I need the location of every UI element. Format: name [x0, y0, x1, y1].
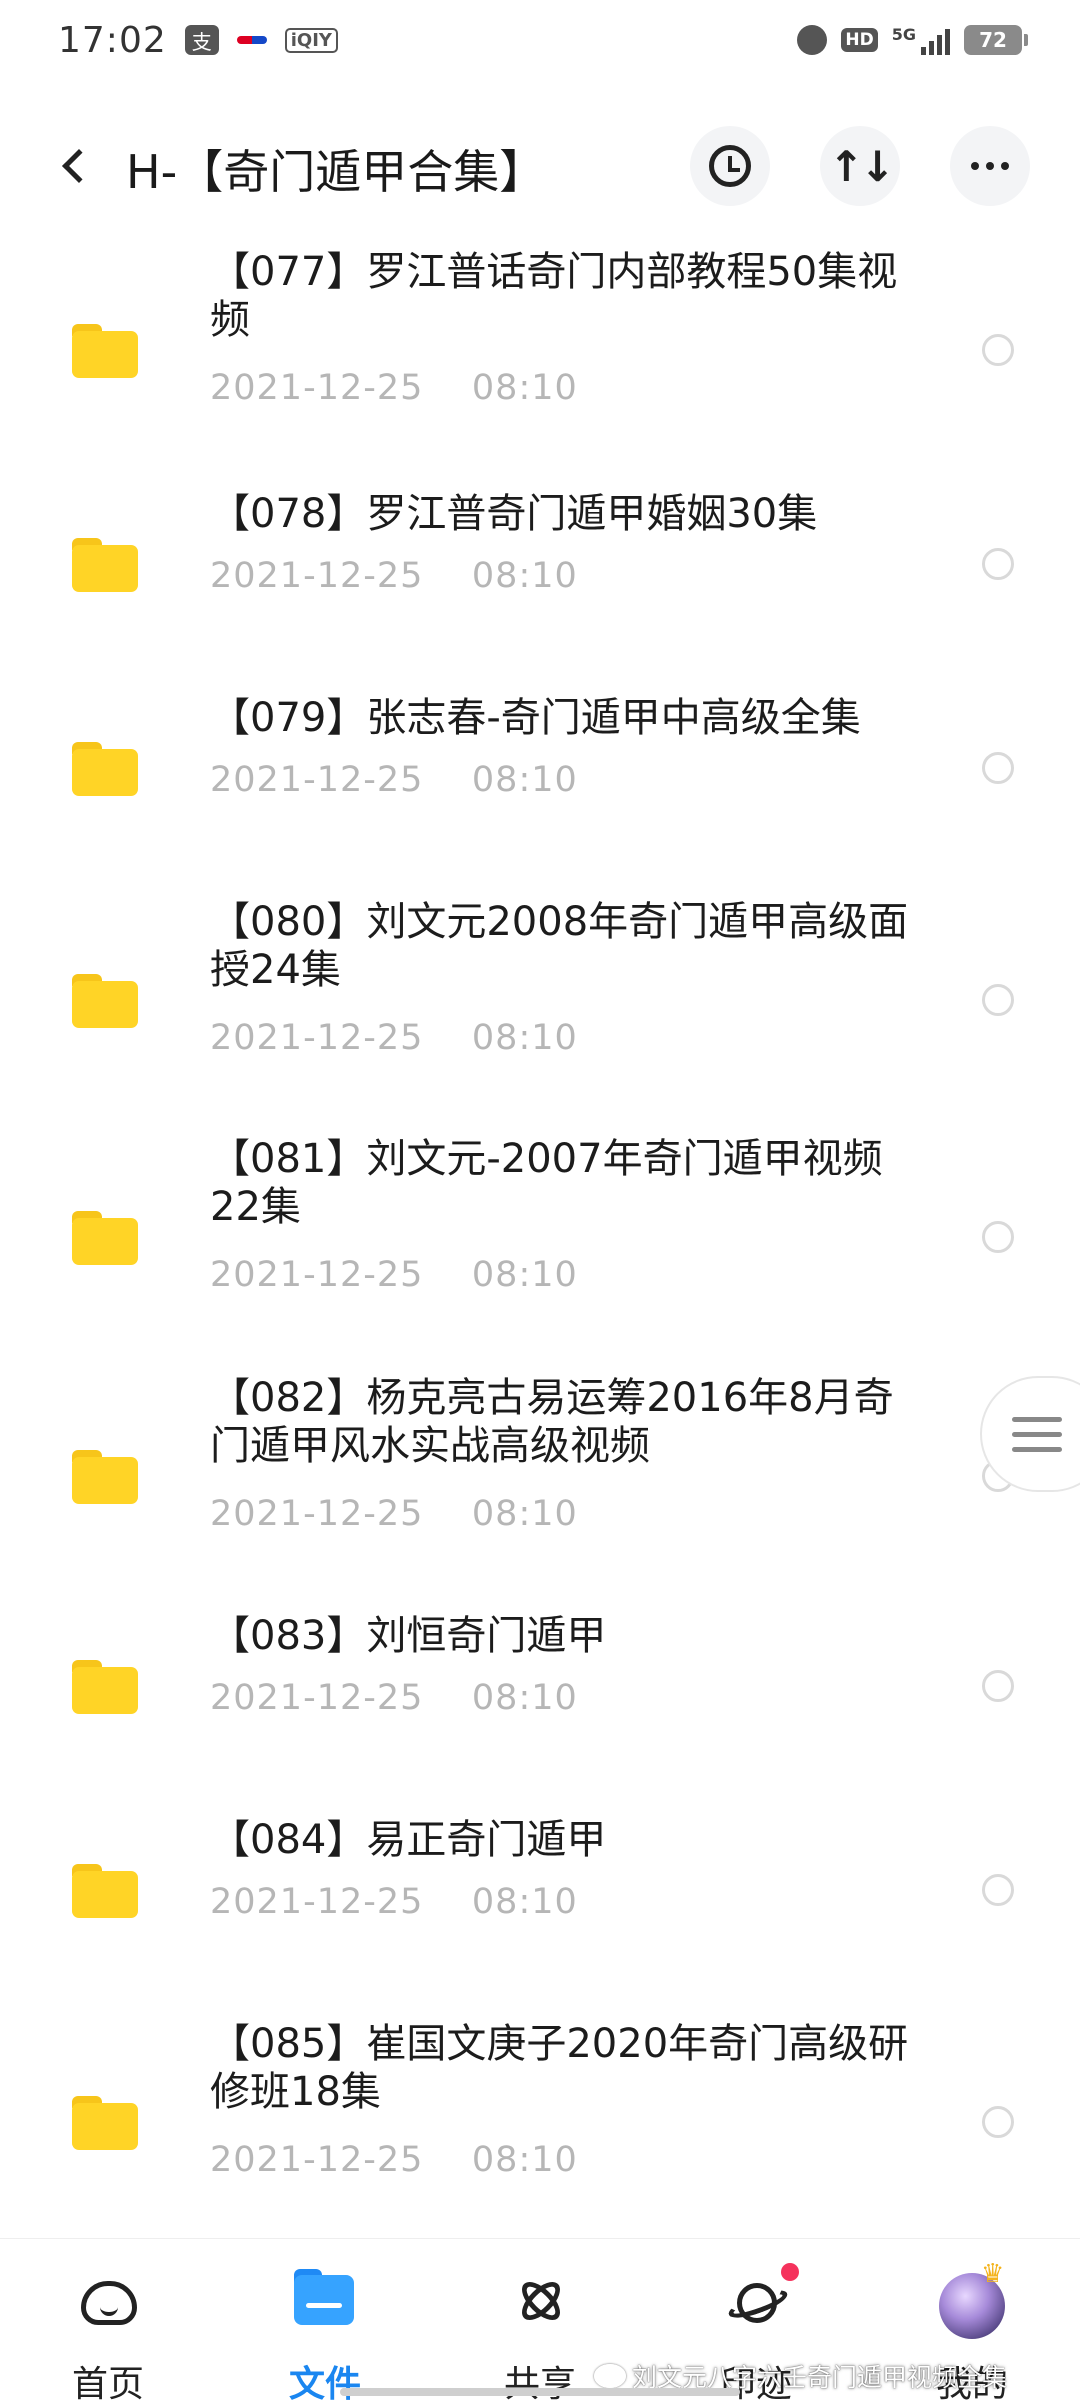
- file-date: 2021-12-25 08:10: [210, 2140, 578, 2180]
- folder-icon: [72, 974, 138, 1028]
- file-name: 【078】罗江普奇门遁甲婚姻30集: [210, 491, 818, 537]
- sort-icon: ↑↓: [828, 141, 895, 191]
- file-name: 【083】刘恒奇门遁甲: [210, 1613, 607, 1659]
- history-button[interactable]: [690, 126, 770, 206]
- file-date: 2021-12-25 08:10: [210, 1882, 578, 1922]
- folder-icon: [72, 742, 138, 796]
- header: H-【奇门遁甲合集】 ↑↓: [0, 118, 1080, 214]
- status-right: HD 5G 72: [797, 25, 1028, 55]
- avatar: ♛: [937, 2259, 1007, 2339]
- file-name: 【079】张志春-奇门遁甲中高级全集: [210, 695, 861, 741]
- file-name: 【081】刘文元-2007年奇门遁甲视频22集: [210, 1136, 883, 1230]
- alarm-icon: [797, 25, 828, 55]
- file-row[interactable]: 【085】崔国文庚子2020年奇门高级研修班18集 2021-12-25 08:…: [0, 2020, 1080, 2220]
- folder-icon: [72, 2096, 138, 2150]
- chevron-left-icon: [62, 149, 96, 183]
- file-row[interactable]: 【079】张志春-奇门遁甲中高级全集 2021-12-25 08:10: [0, 694, 1080, 844]
- airline-icon: [236, 36, 267, 44]
- file-date: 2021-12-25 08:10: [210, 368, 578, 408]
- select-radio[interactable]: [982, 2106, 1014, 2138]
- planet-icon: [721, 2263, 799, 2337]
- history-icon: [709, 145, 751, 187]
- file-name: 【084】易正奇门遁甲: [210, 1817, 607, 1863]
- tab-home[interactable]: 首页: [28, 2239, 188, 2400]
- file-date: 2021-12-25 08:10: [210, 1494, 578, 1534]
- select-radio[interactable]: [982, 334, 1014, 366]
- file-row[interactable]: 【080】刘文元2008年奇门遁甲高级面授24集 2021-12-25 08:1…: [0, 898, 1080, 1098]
- tab-files[interactable]: 文件: [245, 2239, 405, 2400]
- status-left: 17:02 支 iQIY: [58, 20, 338, 61]
- menu-icon: [1012, 1416, 1062, 1452]
- home-indicator[interactable]: [340, 2388, 740, 2396]
- tab-label: 首页: [71, 2364, 144, 2400]
- wechat-logo-icon: [594, 2364, 626, 2388]
- signal-icon: 5G: [892, 25, 950, 55]
- folder-icon: [72, 324, 138, 378]
- hd-icon: HD: [841, 28, 878, 52]
- home-cloud-icon: [73, 2267, 143, 2337]
- status-time: 17:02: [58, 19, 167, 61]
- network-type: 5G: [891, 25, 916, 44]
- file-name: 【085】崔国文庚子2020年奇门高级研修班18集: [210, 2021, 909, 2115]
- file-name: 【080】刘文元2008年奇门遁甲高级面授24集: [210, 899, 909, 993]
- atom-icon: [505, 2267, 575, 2337]
- battery-icon: 72: [964, 25, 1028, 55]
- file-row[interactable]: 【077】罗江普话奇门内部教程50集视频 2021-12-25 08:10: [0, 248, 1080, 448]
- folder-icon: [72, 538, 138, 592]
- more-icon: [971, 162, 1009, 170]
- file-name: 【082】杨克亮古易运筹2016年8月奇门遁甲风水实战高级视频: [210, 1375, 894, 1469]
- notification-badge: [781, 2263, 799, 2281]
- select-radio[interactable]: [982, 548, 1014, 580]
- select-radio[interactable]: [982, 1221, 1014, 1253]
- back-button[interactable]: [48, 140, 100, 192]
- iqiyi-icon: iQIY: [284, 27, 338, 53]
- folder-icon: [72, 1211, 138, 1265]
- select-radio[interactable]: [982, 752, 1014, 784]
- sort-button[interactable]: ↑↓: [820, 126, 900, 206]
- more-button[interactable]: [950, 126, 1030, 206]
- folder-icon: [290, 2267, 360, 2337]
- file-date: 2021-12-25 08:10: [210, 1678, 578, 1718]
- select-radio[interactable]: [982, 984, 1014, 1016]
- file-date: 2021-12-25 08:10: [210, 760, 578, 800]
- file-name: 【077】罗江普话奇门内部教程50集视频: [210, 249, 898, 343]
- file-row[interactable]: 【083】刘恒奇门遁甲 2021-12-25 08:10: [0, 1612, 1080, 1762]
- file-row[interactable]: 【078】罗江普奇门遁甲婚姻30集 2021-12-25 08:10: [0, 490, 1080, 640]
- file-date: 2021-12-25 08:10: [210, 556, 578, 596]
- page-title: H-【奇门遁甲合集】: [126, 145, 546, 199]
- select-radio[interactable]: [982, 1670, 1014, 1702]
- folder-icon: [72, 1660, 138, 1714]
- file-date: 2021-12-25 08:10: [210, 1018, 578, 1058]
- select-radio[interactable]: [982, 1874, 1014, 1906]
- folder-icon: [72, 1450, 138, 1504]
- file-browser-screen: 17:02 支 iQIY HD 5G 72 H-【奇门遁甲合集】 ↑↓ 【077…: [0, 0, 1080, 2400]
- folder-icon: [72, 1864, 138, 1918]
- file-row[interactable]: 【081】刘文元-2007年奇门遁甲视频22集 2021-12-25 08:10: [0, 1135, 1080, 1335]
- file-date: 2021-12-25 08:10: [210, 1255, 578, 1295]
- status-bar: 17:02 支 iQIY HD 5G 72: [0, 0, 1080, 80]
- file-row[interactable]: 【082】杨克亮古易运筹2016年8月奇门遁甲风水实战高级视频 2021-12-…: [0, 1374, 1080, 1574]
- alipay-icon: 支: [184, 25, 219, 55]
- file-row[interactable]: 【084】易正奇门遁甲 2021-12-25 08:10: [0, 1816, 1080, 1966]
